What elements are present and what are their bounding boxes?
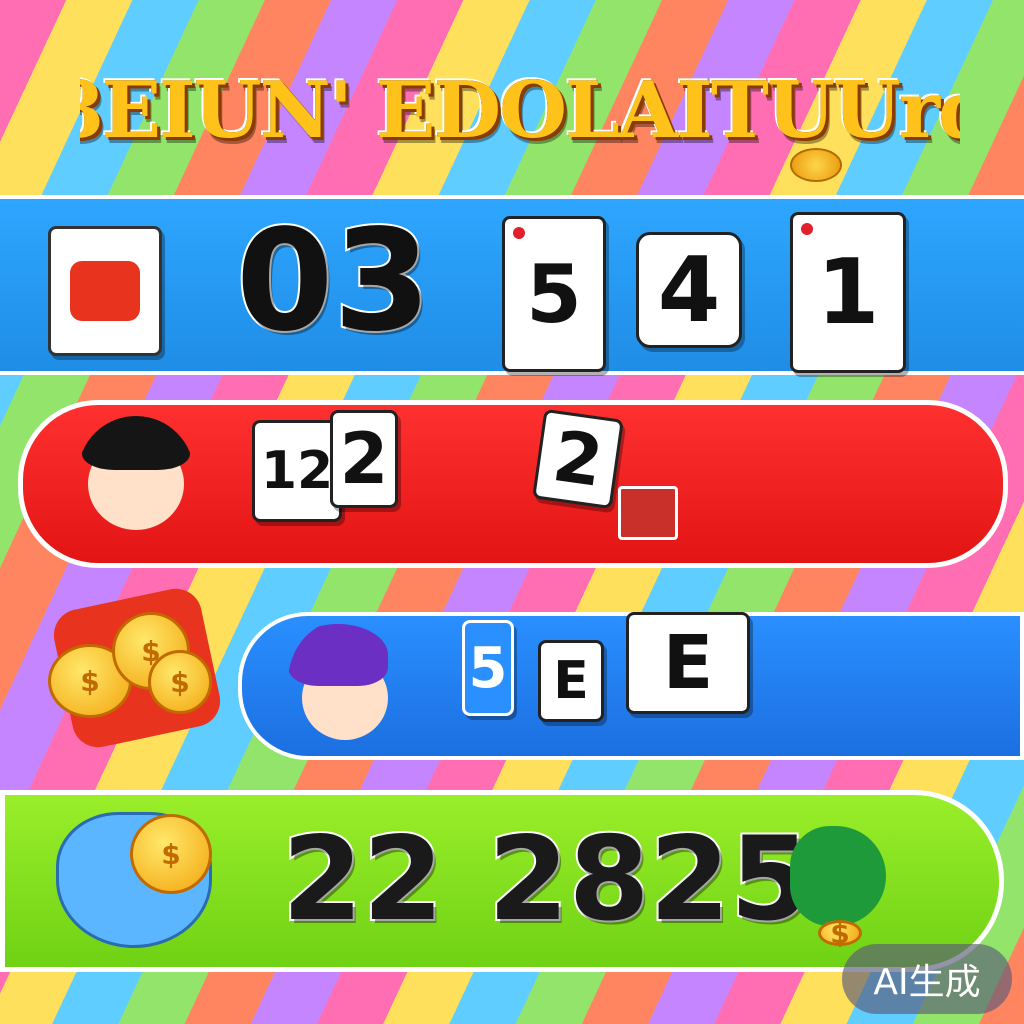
row-3-card-1-value: 5 [468, 635, 508, 701]
row-3-card-1[interactable]: 5 [462, 620, 514, 716]
row-4-number-2: 2825 [486, 810, 813, 949]
row-1-card-3[interactable]: 1 [790, 212, 906, 373]
gold-coin-icon [130, 814, 212, 894]
player-avatar-boy [78, 416, 194, 532]
green-chip-icon [790, 826, 886, 926]
flower-badge-icon [618, 486, 678, 540]
row-2-card-2[interactable]: 2 [330, 410, 398, 508]
row-3-card-2-value: E [553, 651, 589, 711]
row-2-card-2-value: 2 [339, 418, 389, 500]
row-3-card-3-value: E [662, 620, 714, 706]
row-1-card-1[interactable]: 5 [502, 216, 606, 372]
coin-icon [790, 148, 842, 182]
ai-generated-badge: AI生成 [842, 944, 1012, 1014]
gold-coin-icon [818, 920, 862, 946]
row-2-card-1-value: 12 [260, 441, 334, 501]
red-card-icon [48, 226, 162, 356]
row-1-card-2-value: 4 [657, 237, 721, 343]
row-2-card-3-value: 2 [548, 415, 608, 503]
row-1-card-3-value: 1 [816, 240, 880, 345]
row-1-card-1-value: 5 [526, 247, 582, 341]
row-3-card-2[interactable]: E [538, 640, 604, 722]
row-2-card-1[interactable]: 12 [252, 420, 342, 522]
row-1-number: 03 [234, 198, 433, 365]
gold-coin-icon [148, 650, 212, 714]
player-avatar-girl [288, 620, 398, 744]
row-2-card-3[interactable]: 2 [532, 408, 624, 510]
row-4-number-1: 22 [280, 810, 445, 949]
row-3-card-3[interactable]: E [626, 612, 750, 714]
row-1-card-2[interactable]: 4 [636, 232, 742, 348]
